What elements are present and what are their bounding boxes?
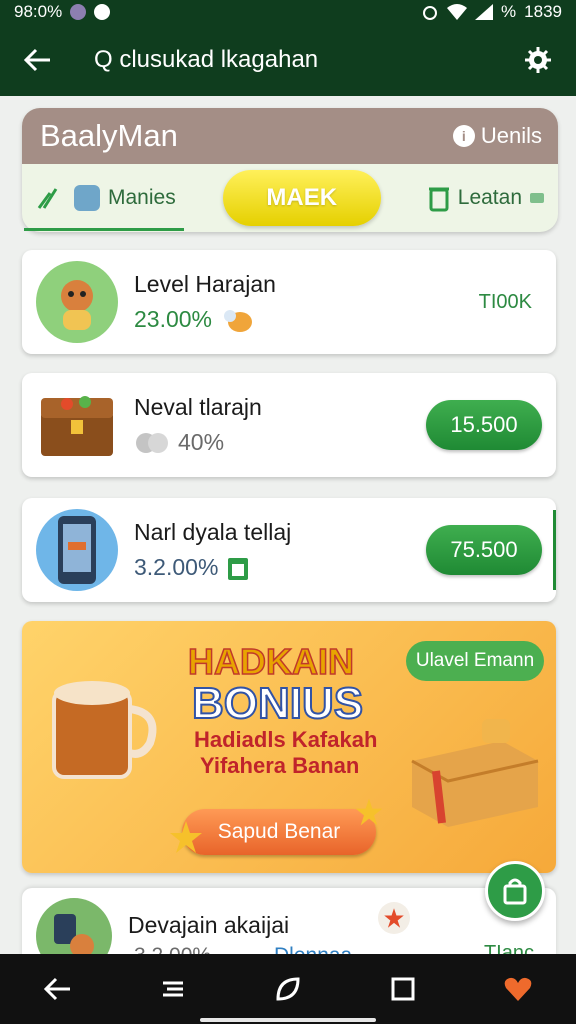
shopping-bag-button[interactable] bbox=[485, 861, 545, 921]
buy-button[interactable]: 15.500 bbox=[426, 400, 542, 450]
buy-button[interactable]: 75.500 bbox=[426, 525, 542, 575]
app-bar-title: Q clusukad lkagahan bbox=[94, 46, 319, 73]
list-item[interactable]: Level Harajan 23.00% TI00K bbox=[22, 250, 556, 354]
balance-header: BaalyMan i Uenils bbox=[22, 108, 558, 164]
list-item[interactable]: Narl dyala tellaj 3.2.00% 75.500 bbox=[22, 498, 556, 602]
banner-bubble: Ulavel Emann bbox=[406, 641, 544, 681]
active-tab-indicator bbox=[24, 228, 184, 231]
trash-icon bbox=[428, 187, 449, 212]
signal-icon bbox=[475, 4, 494, 20]
banner-line-1: Hadiadls Kafakah bbox=[194, 727, 378, 752]
coins-icon bbox=[136, 432, 168, 453]
wifi-icon bbox=[447, 4, 468, 20]
chest-image bbox=[36, 384, 118, 466]
tab-manies-label: Manies bbox=[108, 186, 176, 209]
banner-bonus: BONIUS bbox=[191, 678, 364, 729]
pencil-icon bbox=[37, 188, 58, 209]
card-subtitle: 23.00% bbox=[134, 306, 479, 334]
alarm-icon bbox=[423, 6, 438, 20]
notification-icon bbox=[70, 4, 87, 20]
bee-icon bbox=[224, 309, 253, 332]
bonus-banner[interactable]: HADKAIN BONIUS Hadiadls Kafakah Yifahera… bbox=[22, 621, 556, 873]
star-icon bbox=[170, 821, 202, 853]
avatar bbox=[36, 261, 118, 343]
banner-line-2: Yifahera Banan bbox=[200, 753, 360, 778]
card-icon bbox=[530, 193, 544, 203]
card-info: Narl dyala tellaj 3.2.00% bbox=[134, 519, 426, 582]
app-bar: Q clusukad lkagahan bbox=[0, 24, 576, 96]
banner-cta-button[interactable]: Sapud Benar bbox=[182, 809, 376, 855]
tab-maek[interactable]: MAEK bbox=[222, 170, 381, 226]
card-subtitle-value: 3.2.00% bbox=[134, 554, 219, 580]
card-info: Neval tlarajn 40% bbox=[134, 394, 426, 456]
balance-name: BaalyMan bbox=[40, 118, 178, 153]
balance-tabs: Manies MAEK Leatan bbox=[22, 164, 558, 232]
nav-square-icon[interactable] bbox=[379, 965, 427, 1013]
card-title: Level Harajan bbox=[134, 270, 276, 297]
card-info: Level Harajan 23.00% bbox=[134, 271, 479, 334]
tab-manies[interactable]: Manies bbox=[36, 185, 176, 211]
clock-text: 1839 bbox=[524, 2, 562, 21]
info-icon: i bbox=[452, 125, 475, 147]
gift-box-icon bbox=[411, 719, 539, 827]
coffee-mug-icon bbox=[52, 681, 157, 779]
card-right-label: TI00K bbox=[478, 290, 532, 313]
card-subtitle: 3.2.00% bbox=[134, 554, 426, 582]
phone-icon bbox=[58, 516, 96, 584]
status-left-text: 98:0% bbox=[14, 2, 63, 21]
card-subtitle-value: 40% bbox=[178, 429, 225, 455]
message-icon bbox=[94, 4, 111, 20]
tab-maek-label: MAEK bbox=[266, 184, 338, 211]
banner-cta-label: Sapud Benar bbox=[217, 820, 341, 843]
battery-icon: % bbox=[501, 2, 517, 21]
card-subtitle-value: 23.00% bbox=[134, 306, 213, 332]
star-badge-icon bbox=[378, 902, 410, 934]
status-bar: 98:0% % 1839 bbox=[0, 0, 576, 24]
star-icon bbox=[355, 798, 383, 826]
nav-back-icon[interactable] bbox=[34, 965, 82, 1013]
card-subtitle: 40% bbox=[134, 429, 426, 456]
card-title: Narl dyala tellaj bbox=[134, 518, 292, 545]
status-right: % 1839 bbox=[421, 2, 562, 22]
nav-leaf-icon[interactable] bbox=[264, 965, 312, 1013]
home-indicator bbox=[200, 1018, 376, 1022]
tab-leatan-label: Leatan bbox=[457, 186, 522, 209]
balance-menu-label: Uenils bbox=[480, 123, 542, 148]
card-title: Devajain akaijai bbox=[128, 912, 290, 938]
list-item[interactable]: Neval tlarajn 40% 15.500 bbox=[22, 373, 556, 477]
balance-card: BaalyMan i Uenils Manies MAEK Leatan bbox=[22, 108, 558, 232]
settings-gear-icon[interactable] bbox=[520, 42, 556, 78]
tag-icon bbox=[74, 185, 100, 211]
bottom-nav bbox=[0, 954, 576, 1024]
treasure-chest-icon bbox=[41, 396, 113, 456]
status-left: 98:0% bbox=[14, 2, 111, 22]
side-accent-bar bbox=[553, 510, 556, 590]
back-arrow-icon[interactable] bbox=[20, 42, 56, 78]
character-icon bbox=[61, 280, 93, 330]
calendar-icon bbox=[228, 557, 249, 580]
shopping-bag-icon bbox=[503, 878, 527, 905]
balance-menu[interactable]: i Uenils bbox=[452, 123, 542, 149]
banner-headline: HADKAIN bbox=[187, 640, 355, 683]
card-title: Neval tlarajn bbox=[134, 394, 262, 420]
buy-button-label: 75.500 bbox=[450, 537, 518, 562]
nav-menu-icon[interactable] bbox=[149, 965, 197, 1013]
buy-button-label: 15.500 bbox=[450, 412, 518, 437]
tab-leatan[interactable]: Leatan bbox=[428, 184, 544, 212]
nav-heart-icon[interactable] bbox=[494, 965, 542, 1013]
phone-avatar bbox=[36, 509, 118, 591]
